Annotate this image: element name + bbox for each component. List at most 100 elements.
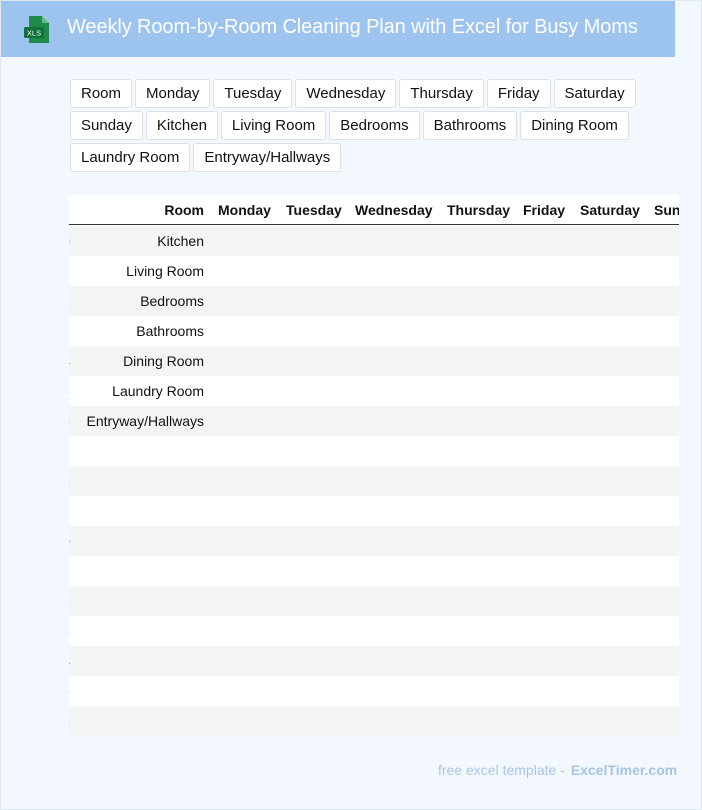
day-cell[interactable] [523, 316, 573, 346]
day-cell[interactable] [355, 376, 439, 406]
day-cell[interactable] [218, 586, 278, 616]
day-cell[interactable] [580, 316, 646, 346]
day-cell[interactable] [654, 436, 679, 466]
day-cell[interactable] [580, 376, 646, 406]
day-cell[interactable] [654, 316, 679, 346]
room-cell[interactable] [79, 646, 204, 676]
day-cell[interactable] [218, 706, 278, 736]
day-cell[interactable] [218, 436, 278, 466]
day-cell[interactable] [654, 466, 679, 496]
day-cell[interactable] [286, 376, 348, 406]
day-cell[interactable] [355, 646, 439, 676]
day-cell[interactable] [580, 676, 646, 706]
room-cell[interactable]: Laundry Room [79, 376, 204, 406]
day-cell[interactable] [218, 556, 278, 586]
day-cell[interactable] [580, 616, 646, 646]
day-cell[interactable] [523, 346, 573, 376]
chip-tuesday[interactable]: Tuesday [213, 79, 293, 108]
day-cell[interactable] [218, 286, 278, 316]
chip-entryway-hallways[interactable]: Entryway/Hallways [193, 143, 342, 172]
room-cell[interactable] [79, 556, 204, 586]
chip-saturday[interactable]: Saturday [553, 79, 636, 108]
day-cell[interactable] [355, 346, 439, 376]
day-cell[interactable] [286, 256, 348, 286]
day-cell[interactable] [447, 226, 517, 256]
day-cell[interactable] [447, 466, 517, 496]
day-cell[interactable] [580, 496, 646, 526]
day-cell[interactable] [355, 316, 439, 346]
day-cell[interactable] [447, 406, 517, 436]
day-cell[interactable] [286, 586, 348, 616]
chip-room[interactable]: Room [70, 79, 133, 108]
day-cell[interactable] [355, 496, 439, 526]
day-cell[interactable] [523, 556, 573, 586]
day-cell[interactable] [355, 676, 439, 706]
day-cell[interactable] [580, 466, 646, 496]
day-cell[interactable] [447, 676, 517, 706]
day-cell[interactable] [355, 556, 439, 586]
day-cell[interactable] [447, 526, 517, 556]
room-cell[interactable]: Living Room [79, 256, 204, 286]
room-cell[interactable] [79, 706, 204, 736]
chip-bathrooms[interactable]: Bathrooms [422, 111, 518, 140]
day-cell[interactable] [286, 346, 348, 376]
day-cell[interactable] [580, 256, 646, 286]
day-cell[interactable] [355, 586, 439, 616]
day-cell[interactable] [654, 256, 679, 286]
room-cell[interactable]: Dining Room [79, 346, 204, 376]
day-cell[interactable] [523, 526, 573, 556]
day-cell[interactable] [523, 226, 573, 256]
day-cell[interactable] [580, 706, 646, 736]
day-cell[interactable] [218, 646, 278, 676]
day-cell[interactable] [355, 226, 439, 256]
day-cell[interactable] [447, 256, 517, 286]
chip-dining-room[interactable]: Dining Room [520, 111, 629, 140]
day-cell[interactable] [580, 526, 646, 556]
day-cell[interactable] [654, 616, 679, 646]
day-cell[interactable] [523, 286, 573, 316]
day-cell[interactable] [447, 286, 517, 316]
day-cell[interactable] [580, 436, 646, 466]
day-cell[interactable] [218, 466, 278, 496]
day-cell[interactable] [523, 676, 573, 706]
day-cell[interactable] [286, 496, 348, 526]
day-cell[interactable] [654, 676, 679, 706]
day-cell[interactable] [523, 256, 573, 286]
chip-kitchen[interactable]: Kitchen [145, 111, 218, 140]
day-cell[interactable] [218, 676, 278, 706]
day-cell[interactable] [523, 496, 573, 526]
day-cell[interactable] [218, 616, 278, 646]
day-cell[interactable] [523, 646, 573, 676]
day-cell[interactable] [286, 316, 348, 346]
day-cell[interactable] [355, 256, 439, 286]
room-cell[interactable] [79, 496, 204, 526]
day-cell[interactable] [447, 646, 517, 676]
day-cell[interactable] [218, 256, 278, 286]
chip-living-room[interactable]: Living Room [220, 111, 327, 140]
day-cell[interactable] [286, 556, 348, 586]
day-cell[interactable] [523, 466, 573, 496]
day-cell[interactable] [654, 496, 679, 526]
day-cell[interactable] [355, 616, 439, 646]
room-cell[interactable]: Bathrooms [79, 316, 204, 346]
day-cell[interactable] [218, 526, 278, 556]
day-cell[interactable] [654, 346, 679, 376]
day-cell[interactable] [286, 616, 348, 646]
day-cell[interactable] [447, 316, 517, 346]
room-cell[interactable]: Bedrooms [79, 286, 204, 316]
day-cell[interactable] [218, 406, 278, 436]
room-cell[interactable]: Kitchen [79, 226, 204, 256]
day-cell[interactable] [355, 286, 439, 316]
day-cell[interactable] [286, 676, 348, 706]
day-cell[interactable] [447, 436, 517, 466]
day-cell[interactable] [654, 376, 679, 406]
day-cell[interactable] [580, 346, 646, 376]
day-cell[interactable] [654, 646, 679, 676]
footer-brand-link[interactable]: ExcelTimer.com [571, 762, 677, 778]
chip-sunday[interactable]: Sunday [70, 111, 143, 140]
day-cell[interactable] [447, 616, 517, 646]
day-cell[interactable] [654, 586, 679, 616]
day-cell[interactable] [286, 646, 348, 676]
day-cell[interactable] [447, 556, 517, 586]
day-cell[interactable] [654, 556, 679, 586]
